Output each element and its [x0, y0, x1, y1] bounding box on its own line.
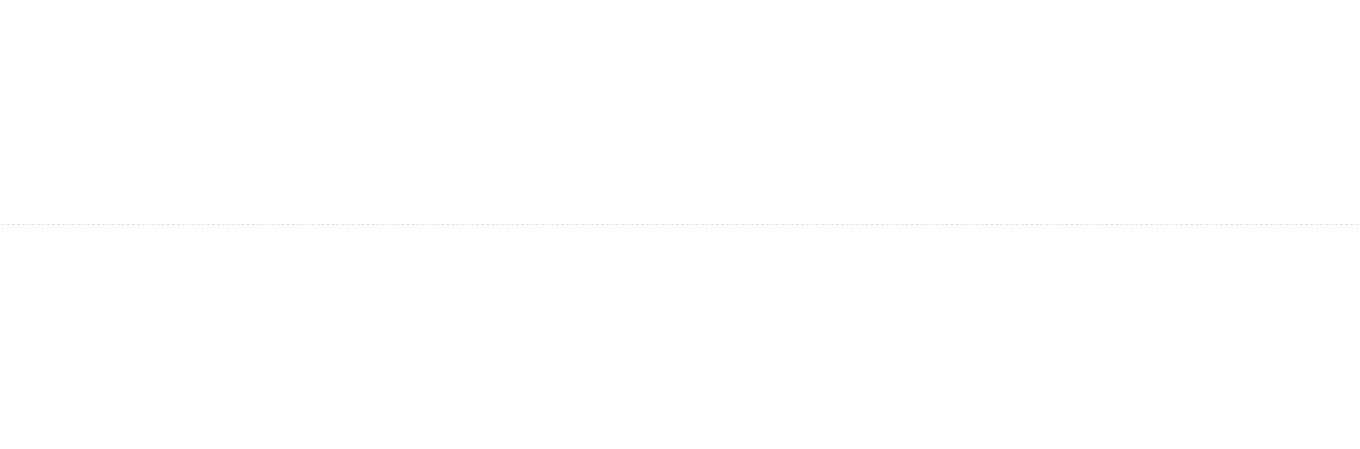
blank-canvas — [0, 0, 1360, 449]
bottom-empty-region — [0, 225, 1360, 449]
top-empty-region — [0, 0, 1360, 224]
